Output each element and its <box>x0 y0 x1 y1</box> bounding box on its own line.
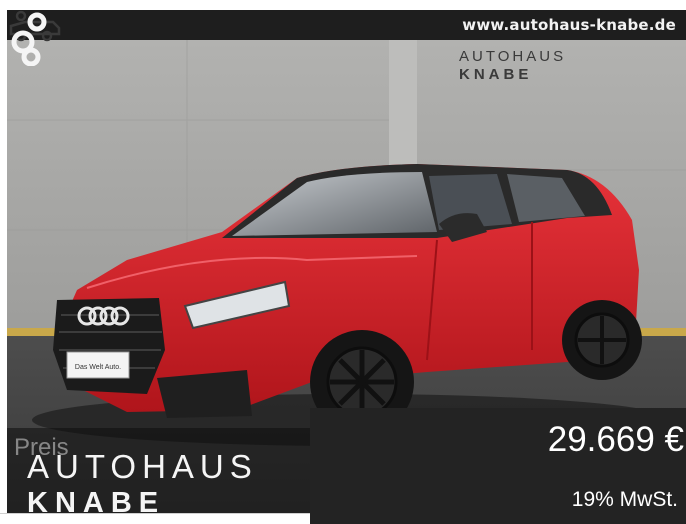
website-url: www.autohaus-knabe.de <box>462 16 676 34</box>
top-banner: www.autohaus-knabe.de <box>7 10 686 40</box>
bottom-divider <box>0 513 310 514</box>
dealer-logo-line2: KNABE <box>27 487 166 514</box>
dealer-logo: AUTOHAUS KNABE <box>27 448 258 515</box>
price-amount: 29.669 € <box>547 420 684 459</box>
price-box: 29.669 € 19% MwSt. <box>310 408 686 524</box>
vat-note: 19% MwSt. <box>571 488 678 511</box>
watermark-logo-line2: KNABE <box>459 66 533 83</box>
dealer-logo-line1: AUTOHAUS <box>27 448 258 485</box>
watermark-logo-line1: AUTOHAUS <box>459 48 567 65</box>
plate-text: Das Welt Auto. <box>75 364 121 371</box>
watermark-logo: AUTOHAUS KNABE <box>459 48 566 83</box>
car-trailer-icon <box>11 12 47 66</box>
